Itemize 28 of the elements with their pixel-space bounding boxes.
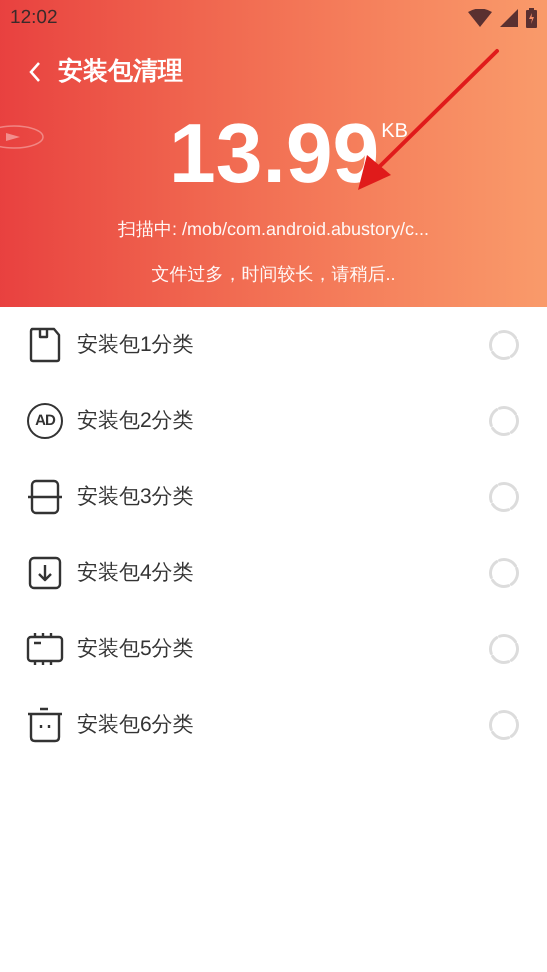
loading-spinner bbox=[488, 709, 520, 741]
status-time: 12:02 bbox=[10, 6, 58, 30]
loading-spinner bbox=[488, 633, 520, 665]
frame-icon bbox=[27, 479, 63, 515]
category-label: 安装包1分类 bbox=[77, 332, 195, 358]
category-label: 安装包5分类 bbox=[77, 636, 195, 662]
category-label: 安装包2分类 bbox=[77, 408, 195, 434]
loading-spinner bbox=[488, 557, 520, 589]
card-icon bbox=[28, 327, 62, 363]
category-label: 安装包4分类 bbox=[77, 560, 195, 586]
category-label: 安装包3分类 bbox=[77, 484, 195, 510]
wait-hint: 文件过多，时间较长，请稍后.. bbox=[151, 263, 396, 286]
size-unit: KB bbox=[381, 119, 408, 144]
loading-spinner bbox=[488, 481, 520, 513]
page-title: 安装包清理 bbox=[58, 56, 183, 88]
category-label: 安装包6分类 bbox=[77, 712, 195, 738]
size-value: 13.99 bbox=[169, 108, 380, 198]
chip-icon bbox=[26, 631, 64, 667]
scan-status: 扫描中: /mob/com.android.abustory/c... bbox=[118, 218, 430, 241]
ad-icon: AD bbox=[27, 403, 63, 439]
download-icon bbox=[27, 555, 63, 591]
decoration-drawing bbox=[0, 124, 44, 150]
loading-spinner bbox=[488, 329, 520, 361]
battery-icon bbox=[526, 8, 537, 28]
wifi-icon bbox=[468, 9, 492, 27]
signal-icon bbox=[500, 9, 518, 27]
loading-spinner bbox=[488, 405, 520, 437]
trash-icon bbox=[26, 707, 64, 743]
